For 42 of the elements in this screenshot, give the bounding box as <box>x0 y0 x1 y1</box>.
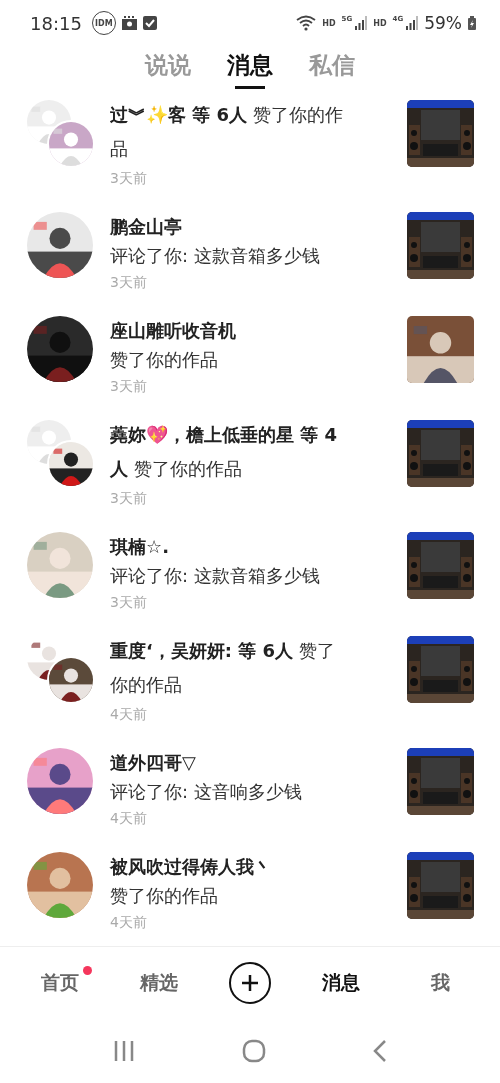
battery-icon <box>468 16 476 30</box>
nav-tab[interactable]: 首页 <box>29 970 90 996</box>
tab[interactable]: 消息 <box>227 46 273 84</box>
message-time: 3天前 <box>110 169 148 188</box>
message-time: 3天前 <box>110 489 148 508</box>
hd-label: HD <box>322 18 336 28</box>
nav-tab[interactable]: 消息 <box>310 970 371 996</box>
message-time: 3天前 <box>110 593 148 612</box>
message-text: 赞了你的作品 <box>110 884 219 908</box>
message-text: 过︾✨客 等 6人 赞了你的作品 <box>110 103 344 161</box>
message-text: 评论了你: 这款音箱多少钱 <box>110 244 321 268</box>
hd-label: HD <box>373 18 387 28</box>
signal-icon <box>406 16 419 30</box>
clock: 18:15 <box>30 12 82 34</box>
user-name: 被风吹过得俦人我丶 <box>110 855 273 879</box>
message-time: 4天前 <box>110 705 148 724</box>
user-name: 道外四哥▽ <box>110 751 197 775</box>
back-icon[interactable] <box>372 1040 387 1062</box>
message-text: 评论了你: 这音响多少钱 <box>110 780 303 804</box>
home-icon[interactable] <box>242 1039 266 1063</box>
add-button[interactable] <box>229 962 271 1004</box>
battery-level: 59% <box>424 13 462 33</box>
tab-indicator <box>235 86 265 89</box>
message-time: 4天前 <box>110 809 148 828</box>
wifi-icon <box>296 15 317 31</box>
gallery-icon <box>121 16 137 30</box>
message-text: 蕘妳💖，檐上低垂的星 等 4人 赞了你的作品 <box>110 423 339 481</box>
nav-tab[interactable]: 我 <box>410 970 471 996</box>
message-text: 赞了你的作品 <box>110 348 219 372</box>
message-time: 3天前 <box>110 377 148 396</box>
message-text: 评论了你: 这款音箱多少钱 <box>110 564 321 588</box>
signal-icon <box>355 16 368 30</box>
recents-icon[interactable] <box>113 1041 136 1061</box>
message-time: 3天前 <box>110 273 148 292</box>
checkbox-icon <box>142 16 157 30</box>
message-time: 4天前 <box>110 913 148 932</box>
user-name: 座山雕听收音机 <box>110 319 237 343</box>
user-name: 鹏金山亭 <box>110 215 183 239</box>
nav-tab[interactable]: 精选 <box>129 970 190 996</box>
message-text: 重度‘，吴妍妍: 等 6人 赞了你的作品 <box>110 639 336 697</box>
plus-icon <box>241 974 259 992</box>
user-name: 琪楠☆. <box>110 535 170 559</box>
